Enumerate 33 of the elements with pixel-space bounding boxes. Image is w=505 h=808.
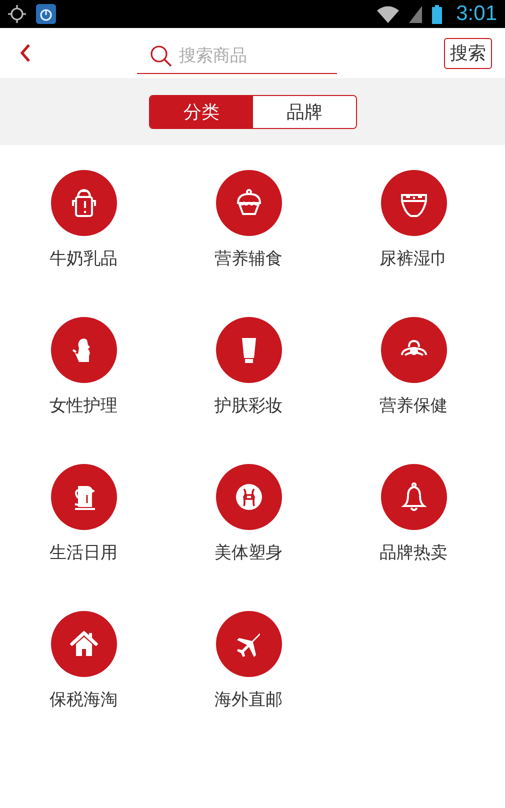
category-label[interactable]: 美体塑身	[214, 542, 282, 564]
house-icon[interactable]	[50, 611, 116, 677]
category-label[interactable]: 营养辅食	[214, 248, 282, 270]
category-label[interactable]: 保税海淘	[50, 689, 118, 711]
body-icon[interactable]	[216, 464, 282, 530]
category-label[interactable]: 海外直邮	[214, 689, 282, 711]
tab[interactable]: 分类	[150, 96, 253, 128]
category-label[interactable]: 营养保健	[380, 395, 448, 417]
battery-icon	[432, 4, 442, 24]
search-button[interactable]: 搜索	[444, 38, 492, 68]
clock-time: 3:01	[456, 2, 497, 26]
category-label[interactable]: 牛奶乳品	[50, 248, 118, 270]
category-label[interactable]: 女性护理	[50, 395, 118, 417]
kettle-icon[interactable]	[50, 464, 116, 530]
category-label[interactable]: 护肤彩妆	[214, 395, 282, 417]
tube-icon[interactable]	[216, 317, 282, 383]
bottle-icon[interactable]	[50, 170, 116, 236]
cupcake-icon[interactable]	[216, 170, 282, 236]
search-icon	[150, 45, 172, 67]
app-icon	[36, 4, 56, 24]
wifi-icon	[377, 6, 400, 22]
search-field[interactable]: 搜索商品	[137, 38, 337, 74]
back-icon[interactable]	[19, 44, 31, 62]
diaper-icon[interactable]	[380, 170, 446, 236]
bell-icon[interactable]	[380, 464, 446, 530]
category-label[interactable]: 品牌热卖	[380, 542, 448, 564]
crosshair-icon	[8, 5, 26, 23]
dome-icon[interactable]	[380, 317, 446, 383]
category-label[interactable]: 生活日用	[50, 542, 118, 564]
category-label[interactable]: 尿裤湿巾	[380, 248, 448, 270]
signal-icon	[409, 6, 422, 22]
tab[interactable]: 品牌	[253, 96, 356, 128]
airplane-icon[interactable]	[216, 611, 282, 677]
